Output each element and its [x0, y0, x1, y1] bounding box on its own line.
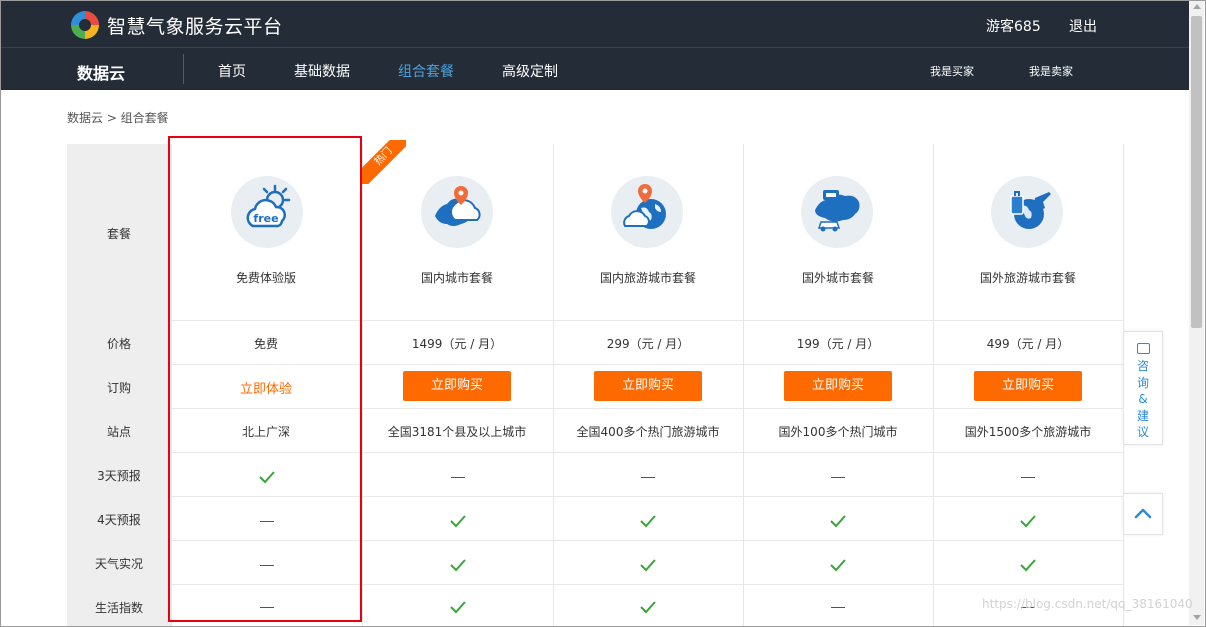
site-cell: 北上广深 [241, 425, 290, 439]
consult-suggest-button[interactable]: 咨询 & 建议 [1123, 331, 1163, 445]
buy-now-button[interactable]: 立即购买 [403, 371, 511, 401]
check-icon [830, 559, 846, 572]
price-cell: 1499（元 / 月） [411, 337, 503, 351]
row-divider [171, 320, 1123, 321]
package-name: 国外城市套餐 [801, 271, 874, 285]
nav-divider [183, 54, 184, 84]
top-header: 智慧气象服务云平台 游客685 退出 [1, 1, 1189, 47]
nav-seller[interactable]: 我是卖家 [1029, 63, 1073, 79]
check-icon [450, 515, 466, 528]
consult-label-char: & [1138, 392, 1148, 406]
price-cell: 499（元 / 月） [986, 337, 1070, 351]
chevron-up-icon [1134, 508, 1152, 519]
check-icon [830, 515, 846, 528]
dash-mark [1021, 477, 1035, 478]
price-cell: 299（元 / 月） [606, 337, 690, 351]
scrollbar-thumb[interactable] [1191, 16, 1202, 328]
check-icon [1020, 559, 1036, 572]
dash-mark [831, 607, 845, 608]
scroll-up-arrow[interactable] [1193, 4, 1201, 9]
nav-item-combo[interactable]: 组合套餐 [398, 61, 454, 81]
row-label-live: 天气实况 [94, 557, 143, 571]
dash-mark [451, 477, 465, 478]
dash-mark [260, 565, 274, 566]
row-divider [171, 496, 1123, 497]
dash-mark [641, 477, 655, 478]
check-icon [1020, 515, 1036, 528]
dash-mark [260, 521, 274, 522]
world-map-car-icon [801, 176, 873, 248]
package-name: 免费体验版 [235, 271, 296, 285]
row-divider [171, 364, 1123, 365]
site-cell: 全国3181个县及以上城市 [387, 425, 527, 439]
consult-label-char: 询 [1136, 375, 1149, 390]
consult-label-char: 建 [1136, 408, 1149, 423]
nav-buyer[interactable]: 我是买家 [930, 63, 974, 79]
buy-now-button[interactable]: 立即购买 [784, 371, 892, 401]
row-divider [171, 584, 1123, 585]
breadcrumb: 数据云 > 组合套餐 [67, 111, 169, 125]
scroll-down-arrow[interactable] [1193, 615, 1201, 620]
site-cell: 全国400多个热门旅游城市 [576, 425, 720, 439]
price-cell: 199（元 / 月） [796, 337, 880, 351]
message-icon [1137, 343, 1150, 354]
nav-item-home[interactable]: 首页 [218, 61, 246, 81]
platform-title: 智慧气象服务云平台 [107, 16, 283, 38]
china-map-pin-icon [421, 176, 493, 248]
site-cell: 国外100多个热门城市 [778, 425, 898, 439]
buy-now-button[interactable]: 立即购买 [594, 371, 702, 401]
check-icon [640, 515, 656, 528]
row-divider [171, 452, 1123, 453]
consult-label: 咨询 & 建议 [1135, 358, 1151, 441]
nav-title[interactable]: 数据云 [77, 60, 125, 84]
back-to-top-button[interactable] [1123, 493, 1163, 535]
username[interactable]: 游客685 [986, 16, 1041, 36]
row-label-site: 站点 [106, 425, 131, 439]
logo-icon [71, 11, 99, 39]
globe-luggage-plane-icon [991, 176, 1063, 248]
package-name: 国外旅游城市套餐 [979, 271, 1076, 285]
package-name: 国内城市套餐 [420, 271, 493, 285]
row-label-order: 订购 [106, 381, 131, 395]
row-label-package: 套餐 [106, 227, 131, 241]
row-label-price: 价格 [106, 337, 131, 351]
globe-pin-icon [611, 176, 683, 248]
row-divider [171, 540, 1123, 541]
check-icon [640, 559, 656, 572]
dash-mark [260, 607, 274, 608]
row-label-3day: 3天预报 [97, 469, 141, 483]
check-icon [450, 559, 466, 572]
consult-label-char: 咨 [1136, 359, 1149, 373]
row-label-4day: 4天预报 [97, 513, 141, 527]
check-icon [640, 601, 656, 614]
check-icon [259, 471, 275, 484]
price-cell: 免费 [253, 337, 278, 351]
try-now-link[interactable]: 立即体验 [171, 378, 361, 397]
buy-now-button[interactable]: 立即购买 [974, 371, 1082, 401]
watermark: https://blog.csdn.net/qq_38161040 [982, 597, 1193, 611]
check-icon [450, 601, 466, 614]
site-cell: 国外1500多个旅游城市 [964, 425, 1092, 439]
package-name: 国内旅游城市套餐 [599, 271, 696, 285]
logout-link[interactable]: 退出 [1069, 16, 1097, 36]
hot-badge: 热门 [362, 140, 406, 184]
row-divider [171, 408, 1123, 409]
consult-label-char: 议 [1136, 425, 1149, 439]
dash-mark [831, 477, 845, 478]
free-weather-icon: free [231, 176, 303, 248]
row-label-life-index: 生活指数 [94, 601, 143, 615]
main-nav: 数据云 首页 基础数据 组合套餐 高级定制 我是买家 我是卖家 [1, 47, 1189, 90]
nav-item-advanced[interactable]: 高级定制 [502, 61, 558, 81]
nav-item-basic-data[interactable]: 基础数据 [294, 61, 350, 81]
svg-text:free: free [253, 212, 278, 225]
